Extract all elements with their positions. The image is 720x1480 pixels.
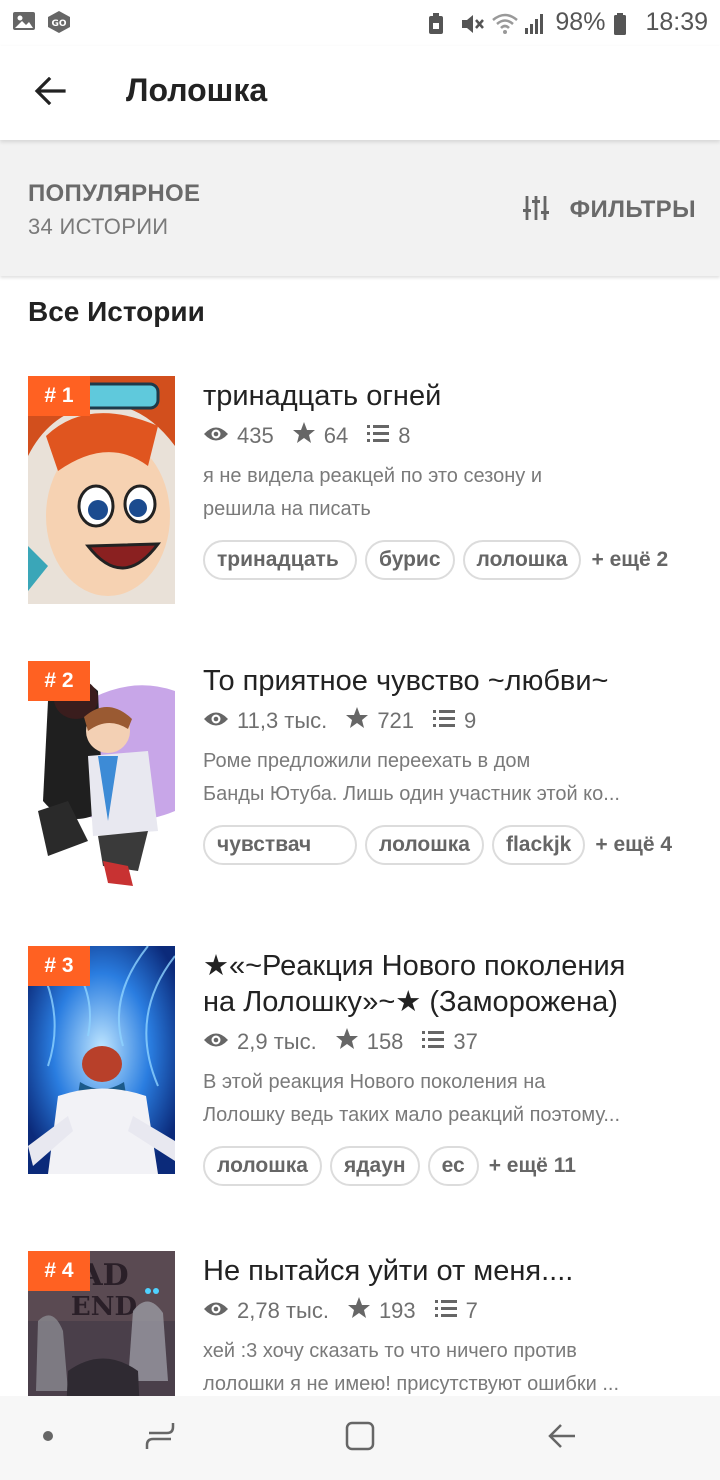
views-count: 11,3 тыс.: [237, 708, 328, 733]
svg-text:GO: GO: [51, 19, 66, 29]
rank-badge: # 4: [28, 1251, 90, 1291]
tag-chip[interactable]: бурис: [365, 540, 455, 580]
story-title[interactable]: Не пытайся уйти от меня....: [203, 1253, 698, 1289]
parts-count: 8: [398, 423, 411, 448]
battery-percent: 98%: [555, 8, 606, 36]
story-count: 34 ИСТОРИИ: [28, 214, 169, 239]
tag-chip[interactable]: ес: [427, 1146, 479, 1186]
sort-heading: ПОПУЛЯРНОЕ: [28, 180, 201, 207]
recent-apps-icon: [143, 1419, 177, 1458]
tag-chip[interactable]: лолошка: [203, 1146, 322, 1186]
tag-chip[interactable]: лолошка: [365, 825, 484, 865]
filter-bar: ПОПУЛЯРНОЕ 34 ИСТОРИИ ФИЛЬТРЫ: [0, 140, 720, 276]
clock: 18:39: [645, 8, 708, 36]
more-tags[interactable]: + ещё 4: [595, 833, 672, 857]
tag-chip[interactable]: ядаун: [329, 1146, 420, 1186]
image-icon: [12, 10, 36, 32]
parts-count: 37: [453, 1029, 478, 1054]
filters-button[interactable]: ФИЛЬТРЫ: [522, 190, 696, 230]
back-nav-icon: [545, 1419, 579, 1458]
story-stats: 2,78 тыс. 193 7: [203, 1297, 698, 1325]
wifi-icon: [491, 12, 519, 34]
story-item[interactable]: # 1 тринадцать огней 435 64 8 я не видел…: [0, 348, 720, 633]
more-tags[interactable]: + ещё 11: [489, 1154, 576, 1178]
list-icon: [366, 423, 390, 449]
back-button[interactable]: [22, 68, 78, 118]
recent-apps-button[interactable]: [140, 1418, 180, 1458]
lock-icon: [427, 12, 451, 34]
more-tags[interactable]: + ещё 2: [591, 548, 668, 572]
star-icon: [347, 1296, 371, 1326]
story-stats: 435 64 8: [203, 422, 698, 450]
story-title[interactable]: тринадцать огней: [203, 378, 698, 414]
story-stats: 2,9 тыс. 158 37: [203, 1028, 698, 1056]
arrow-left-icon: [34, 76, 66, 110]
story-list: # 1 тринадцать огней 435 64 8 я не видел…: [0, 348, 720, 1396]
battery-icon: [613, 12, 637, 35]
votes-count: 158: [366, 1029, 404, 1054]
tag-chip[interactable]: flackjk: [491, 825, 586, 865]
system-nav-bar: [0, 1396, 720, 1480]
eye-icon: [203, 1298, 229, 1324]
list-icon: [434, 1298, 458, 1324]
eye-icon: [203, 1029, 229, 1055]
back-nav-button[interactable]: [542, 1418, 582, 1458]
story-title[interactable]: ★«~Реакция Нового поколения на Лолошку»~…: [203, 948, 698, 1020]
filters-label: ФИЛЬТРЫ: [569, 196, 696, 223]
cover-text: END: [71, 1292, 137, 1322]
home-button[interactable]: [340, 1418, 380, 1458]
go-icon: GO: [46, 10, 70, 33]
story-item[interactable]: AD END # 4 Не пытайся уйти от меня.... 2…: [0, 1223, 720, 1396]
eye-icon: [203, 708, 229, 734]
sliders-icon: [522, 194, 550, 227]
story-description: В этой реакция Нового поколения на Лолош…: [203, 1071, 621, 1126]
section-title: Все Истории: [28, 296, 205, 327]
dot-icon: [42, 1429, 54, 1447]
rank-badge: # 1: [28, 376, 90, 416]
votes-count: 721: [377, 708, 415, 733]
star-icon: [345, 706, 369, 736]
tag-list: лолошка ядаун ес + ещё 11: [203, 1146, 698, 1186]
views-count: 2,9 тыс.: [237, 1029, 317, 1054]
rank-badge: # 3: [28, 946, 90, 986]
star-icon: [335, 1027, 359, 1057]
app-bar: Лолошка: [0, 46, 720, 140]
story-stats: 11,3 тыс. 721 9: [203, 707, 698, 735]
signal-icon: [523, 12, 547, 34]
story-description: я не видела реакцей по это сезону и реши…: [203, 465, 543, 520]
story-description: хей :3 хочу сказать то что ничего против…: [203, 1340, 620, 1395]
story-item[interactable]: # 3 ★«~Реакция Нового поколения на Лолош…: [0, 918, 720, 1223]
page-title: Лолошка: [126, 72, 268, 108]
story-title[interactable]: То приятное чувство ~любви~: [203, 663, 698, 699]
story-item[interactable]: # 2 То приятное чувство ~любви~ 11,3 тыс…: [0, 633, 720, 918]
tag-chip[interactable]: лолошка: [462, 540, 582, 580]
status-bar: GO 98% 18:39: [0, 0, 720, 46]
eye-icon: [203, 423, 229, 449]
list-icon: [421, 1029, 445, 1055]
votes-count: 64: [323, 423, 349, 448]
parts-count: 7: [465, 1298, 478, 1323]
tag-chip[interactable]: чувствач: [203, 825, 357, 865]
tag-chip[interactable]: тринадцать: [203, 540, 357, 580]
parts-count: 9: [464, 708, 477, 733]
rank-badge: # 2: [28, 661, 90, 701]
mute-icon: [459, 12, 485, 34]
views-count: 435: [237, 423, 274, 448]
home-icon: [343, 1419, 377, 1458]
list-icon: [432, 708, 456, 734]
votes-count: 193: [378, 1298, 416, 1323]
story-description: Роме предложили переехать в дом Банды Ют…: [203, 750, 620, 805]
tag-list: тринадцать бурис лолошка + ещё 2: [203, 540, 698, 580]
star-icon: [292, 421, 316, 451]
tag-list: чувствач лолошка flackjk + ещё 4: [203, 825, 698, 865]
views-count: 2,78 тыс.: [237, 1298, 329, 1323]
nav-dot-button[interactable]: [28, 1418, 68, 1458]
